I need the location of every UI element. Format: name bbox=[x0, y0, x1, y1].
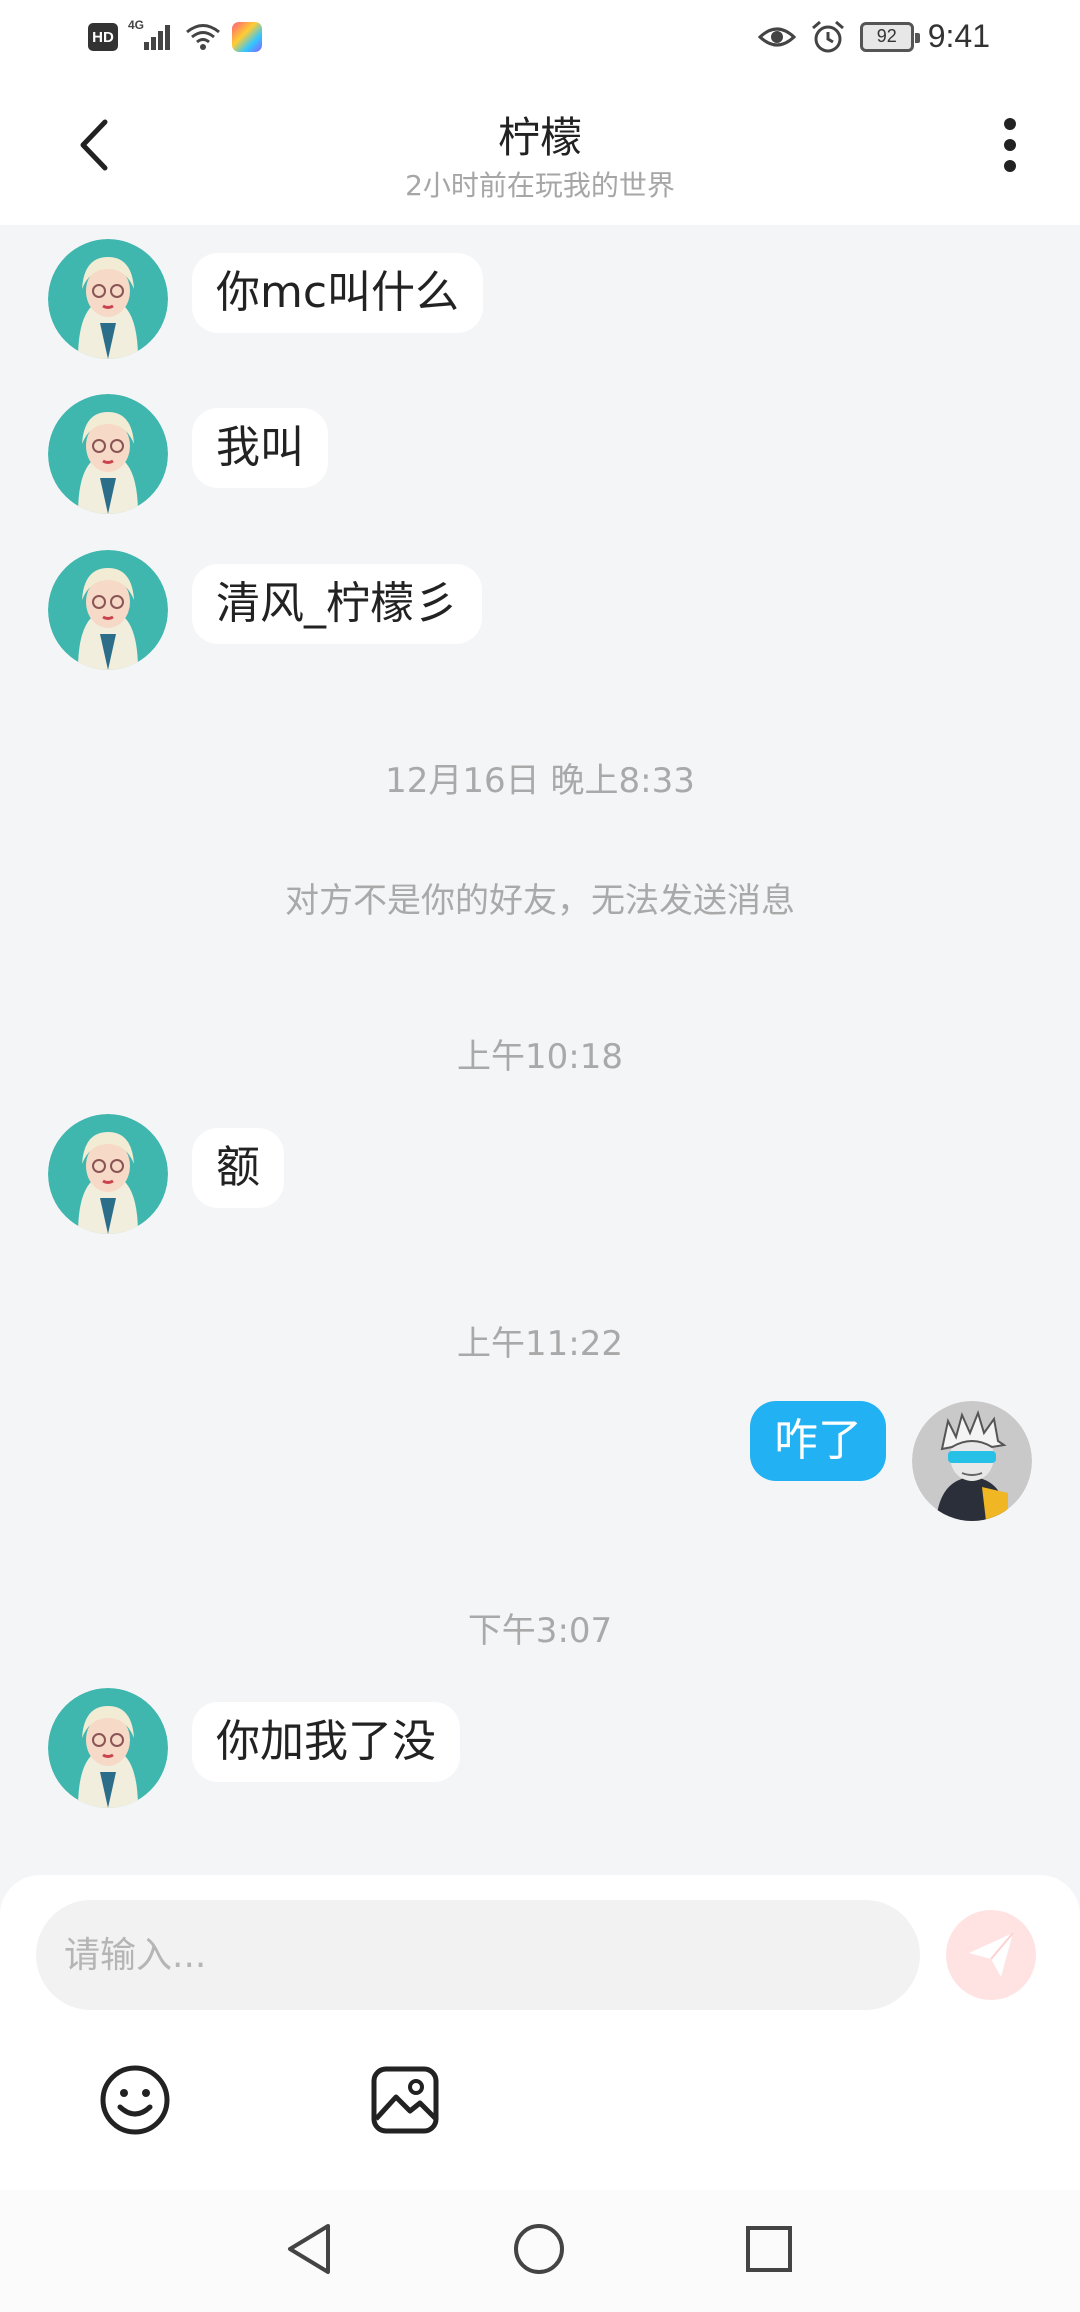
contact-avatar[interactable] bbox=[48, 394, 168, 514]
message-row-incoming: 我叫 bbox=[0, 394, 1080, 524]
page-subtitle: 2小时前在玩我的世界 bbox=[405, 169, 675, 202]
outgoing-message-bubble[interactable]: 咋了 bbox=[750, 1401, 886, 1481]
message-timestamp: 上午10:18 bbox=[457, 1037, 623, 1077]
nav-home-button[interactable] bbox=[506, 2216, 572, 2282]
incoming-message-bubble[interactable]: 你mc叫什么 bbox=[192, 253, 484, 333]
message-timestamp: 上午11:22 bbox=[457, 1324, 623, 1364]
message-timestamp: 12月16日 晚上8:33 bbox=[385, 761, 695, 801]
message-row-outgoing: 咋了 bbox=[0, 1401, 1080, 1531]
eye-icon bbox=[757, 27, 796, 46]
battery-icon: 92 bbox=[859, 21, 920, 52]
battery-level: 92 bbox=[876, 26, 897, 46]
more-options-button[interactable] bbox=[980, 110, 1040, 180]
nav-recents-button[interactable] bbox=[736, 2216, 802, 2282]
contact-avatar[interactable] bbox=[48, 550, 168, 670]
chat-header: 柠檬 2小时前在玩我的世界 bbox=[0, 80, 1080, 225]
incoming-message-bubble[interactable]: 清风_柠檬彡 bbox=[192, 564, 482, 644]
image-icon bbox=[371, 2066, 439, 2134]
message-row-incoming: 你加我了没 bbox=[0, 1688, 1080, 1818]
contact-avatar[interactable] bbox=[48, 1114, 168, 1234]
system-nav-bar bbox=[0, 2190, 1080, 2312]
message-list[interactable]: 你mc叫什么 我叫 清风_柠檬彡 12月16日 晚上8:33 对方不是你的好友，… bbox=[0, 225, 1080, 1875]
app-notification-icon bbox=[232, 22, 262, 52]
status-right: 92 9:41 bbox=[757, 18, 990, 55]
user-avatar[interactable] bbox=[912, 1401, 1032, 1521]
home-circle-icon bbox=[514, 2224, 564, 2274]
system-notice: 对方不是你的好友，无法发送消息 bbox=[285, 881, 795, 921]
hd-label: HD bbox=[92, 28, 114, 46]
contact-avatar[interactable] bbox=[48, 239, 168, 359]
page-title: 柠檬 bbox=[497, 113, 582, 162]
alarm-icon bbox=[811, 20, 844, 52]
cellular-4g-signal-icon: 4G bbox=[128, 18, 174, 52]
network-label: 4G bbox=[128, 18, 145, 32]
recents-square-icon bbox=[746, 2226, 792, 2272]
send-button[interactable] bbox=[946, 1910, 1036, 2000]
hd-icon: HD bbox=[88, 23, 118, 51]
message-row-incoming: 额 bbox=[0, 1114, 1080, 1244]
contact-avatar[interactable] bbox=[48, 1688, 168, 1808]
status-bar: HD 4G 92 9:41 bbox=[0, 0, 1080, 80]
incoming-message-bubble[interactable]: 我叫 bbox=[192, 408, 328, 488]
message-timestamp: 下午3:07 bbox=[467, 1611, 613, 1651]
message-input[interactable] bbox=[36, 1900, 920, 2010]
message-row-incoming: 清风_柠檬彡 bbox=[0, 550, 1080, 680]
more-vertical-icon bbox=[1004, 118, 1016, 172]
nav-back-button[interactable] bbox=[276, 2216, 342, 2282]
message-row-incoming: 你mc叫什么 bbox=[0, 239, 1080, 369]
paper-plane-icon bbox=[969, 1932, 1014, 1977]
incoming-message-bubble[interactable]: 你加我了没 bbox=[192, 1702, 460, 1782]
back-triangle-icon bbox=[288, 2224, 330, 2274]
image-button[interactable] bbox=[368, 2063, 442, 2137]
wifi-icon bbox=[186, 24, 220, 50]
emoji-button[interactable] bbox=[98, 2063, 172, 2137]
status-left: HD 4G bbox=[88, 18, 262, 52]
incoming-message-bubble[interactable]: 额 bbox=[192, 1128, 284, 1208]
emoji-icon bbox=[100, 2065, 170, 2135]
message-composer bbox=[0, 1875, 1080, 2190]
clock: 9:41 bbox=[927, 18, 990, 54]
